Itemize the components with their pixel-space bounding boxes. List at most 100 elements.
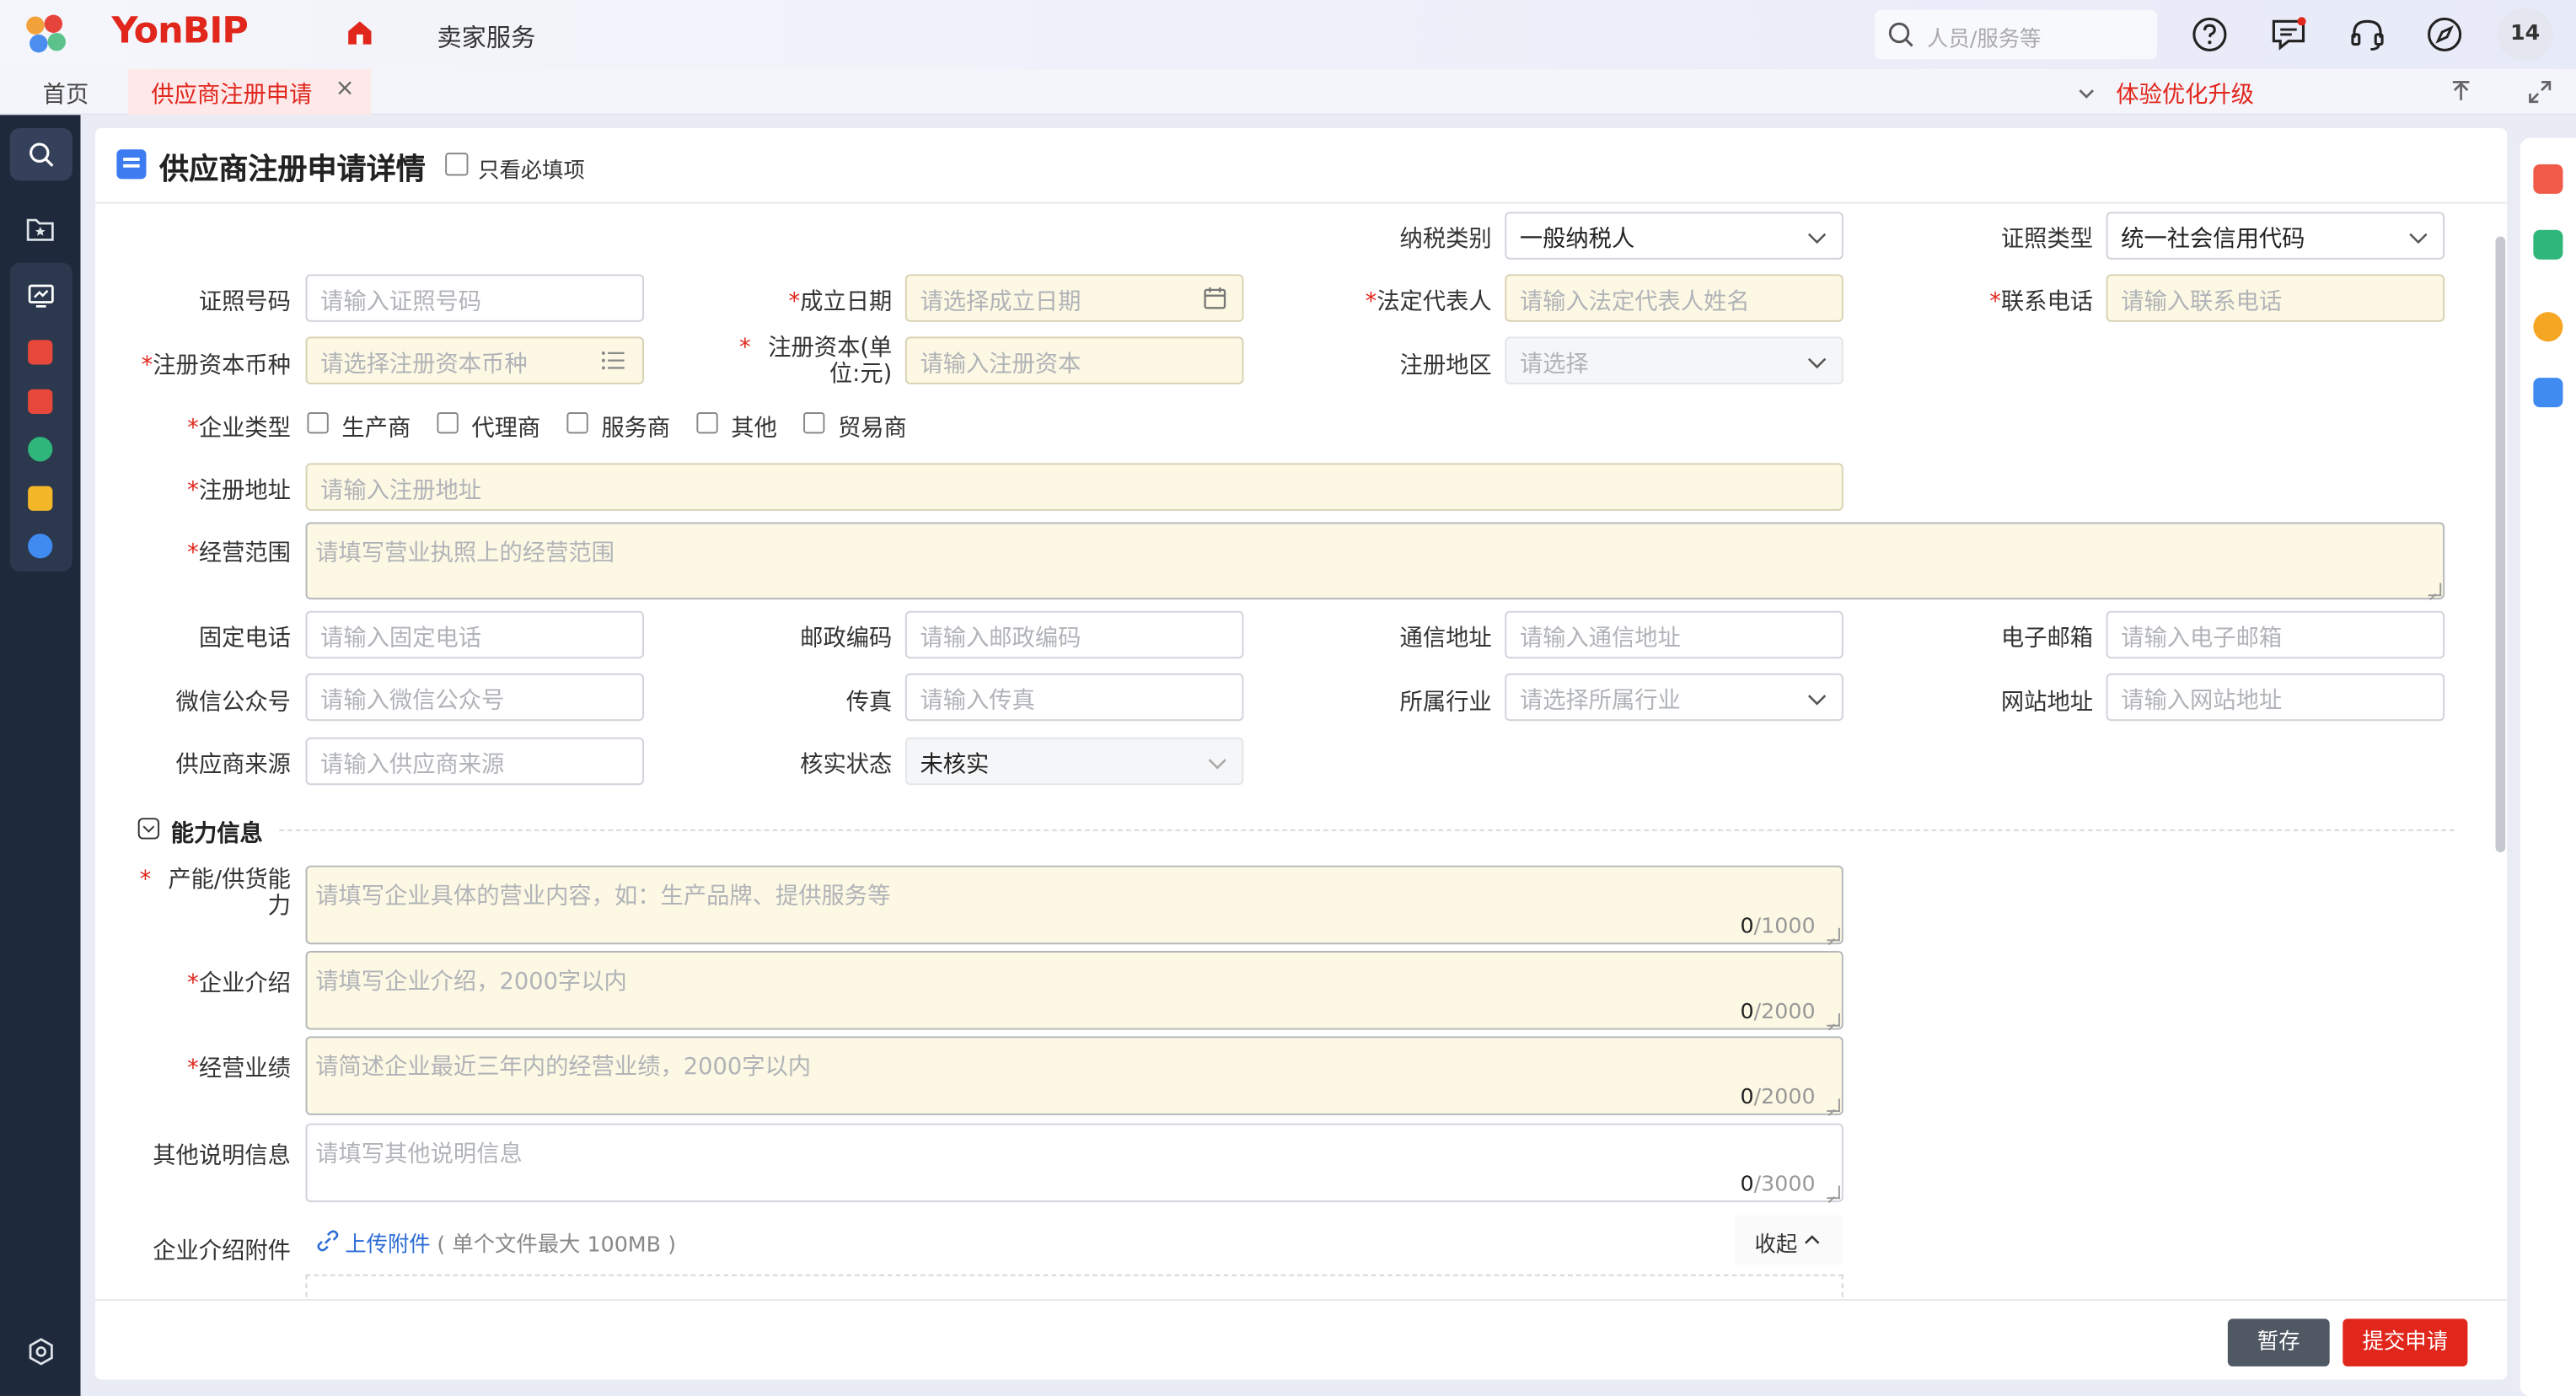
company-type-trader-checkbox[interactable]	[803, 411, 825, 434]
tab-close-icon[interactable]: ×	[335, 76, 355, 102]
company-type-manufacturer-label: 生产商	[341, 415, 411, 443]
landline-input[interactable]: 请输入固定电话	[305, 610, 645, 659]
app-presentation-red-2-icon[interactable]	[28, 389, 53, 414]
ability-section-title: 能力信息	[170, 821, 263, 848]
search-icon	[30, 142, 54, 167]
upload-icon[interactable]	[2448, 79, 2474, 105]
app-logo-icon[interactable]	[26, 14, 69, 55]
right-help-icon[interactable]	[2533, 312, 2563, 342]
collapse-section-icon[interactable]	[137, 818, 160, 840]
save-draft-button[interactable]: 暂存	[2227, 1318, 2330, 1366]
app-cloud-blue-icon[interactable]	[28, 534, 53, 559]
collapse-button[interactable]: 收起	[1735, 1215, 1843, 1265]
found-date-label: *成立日期	[788, 288, 893, 316]
company-type-agent-checkbox[interactable]	[437, 411, 459, 434]
industry-select[interactable]: 请选择所属行业	[1505, 673, 1843, 722]
chevron-down-icon	[1208, 759, 1226, 770]
website-input[interactable]: 请输入网站地址	[2106, 673, 2445, 722]
website-label: 网站地址	[2000, 690, 2094, 717]
nav-search-button[interactable]	[9, 127, 72, 181]
currency-label: *注册资本币种	[141, 352, 291, 380]
capital-input[interactable]: 请输入注册资本	[904, 336, 1244, 384]
mail-address-placeholder: 请输入通信地址	[1519, 626, 1681, 652]
resize-handle[interactable]	[2428, 583, 2442, 597]
email-input[interactable]: 请输入电子邮箱	[2106, 610, 2445, 659]
vertical-scrollbar[interactable]	[2495, 204, 2506, 1301]
cert-type-select[interactable]: 统一社会信用代码	[2106, 212, 2445, 260]
intro-textarea[interactable]: 请填写企业介绍，2000字以内 0/2000	[305, 951, 1843, 1030]
compass-icon[interactable]	[2425, 15, 2465, 55]
resize-handle[interactable]	[1827, 1185, 1840, 1200]
headset-icon[interactable]	[2348, 15, 2387, 55]
user-avatar[interactable]: 14	[2497, 8, 2553, 62]
postcode-input[interactable]: 请输入邮政编码	[904, 610, 1244, 659]
performance-textarea[interactable]: 请简述企业最近三年内的经营业绩，2000字以内 0/2000	[305, 1036, 1843, 1115]
upload-attachment-link[interactable]: 上传附件	[345, 1227, 430, 1258]
tab-supplier-registration[interactable]: 供应商注册申请 ×	[128, 68, 372, 115]
chevron-down-icon[interactable]	[2075, 82, 2098, 105]
capacity-placeholder: 请填写企业具体的营业内容，如：生产品牌、提供服务等	[315, 883, 891, 910]
app-people-green-icon[interactable]	[28, 437, 53, 462]
found-date-picker[interactable]: 请选择成立日期	[904, 274, 1244, 322]
favorites-folder-icon[interactable]	[26, 215, 54, 241]
resize-handle[interactable]	[1827, 927, 1840, 942]
mail-address-input[interactable]: 请输入通信地址	[1505, 610, 1843, 659]
scrollbar-thumb[interactable]	[2495, 236, 2506, 853]
right-app-red-icon[interactable]	[2533, 164, 2563, 194]
search-icon	[1888, 22, 1913, 47]
legal-rep-input[interactable]: 请输入法定代表人姓名	[1505, 274, 1843, 322]
card-header: 供应商注册申请详情 只看必填项	[95, 128, 2508, 204]
tab-home[interactable]: 首页	[43, 78, 89, 110]
link-icon	[317, 1230, 339, 1252]
phone-input[interactable]: 请输入联系电话	[2106, 274, 2445, 322]
experience-upgrade-link[interactable]: 体验优化升级	[2116, 78, 2254, 110]
region-select[interactable]: 请选择	[1505, 336, 1843, 384]
chevron-down-icon	[1807, 233, 1827, 244]
submit-application-button[interactable]: 提交申请	[2343, 1318, 2468, 1366]
reg-address-input[interactable]: 请输入注册地址	[305, 463, 1843, 511]
legal-rep-placeholder: 请输入法定代表人姓名	[1519, 288, 1750, 316]
company-type-manufacturer-checkbox[interactable]	[307, 411, 329, 434]
global-search-input[interactable]: 人员/服务等	[1874, 9, 2158, 60]
cert-no-input[interactable]: 请输入证照号码	[305, 274, 645, 322]
company-type-service-checkbox[interactable]	[566, 411, 588, 434]
wechat-placeholder: 请输入微信公众号	[320, 688, 505, 715]
fax-input[interactable]: 请输入传真	[904, 673, 1244, 722]
settings-icon[interactable]	[26, 1337, 56, 1366]
capacity-textarea[interactable]: 请填写企业具体的营业内容，如：生产品牌、提供服务等 0/1000	[305, 865, 1843, 945]
other-info-char-count: 0/3000	[1740, 1173, 1816, 1198]
other-info-textarea[interactable]: 请填写其他说明信息 0/3000	[305, 1123, 1843, 1203]
seller-service-link[interactable]: 卖家服务	[437, 19, 535, 54]
resize-handle[interactable]	[1827, 1013, 1840, 1027]
help-icon[interactable]	[2190, 15, 2230, 55]
home-icon[interactable]	[345, 18, 374, 47]
tax-type-select[interactable]: 一般纳税人	[1505, 212, 1843, 260]
intro-label: *企业介绍	[187, 970, 291, 997]
verify-select[interactable]: 未核实	[904, 737, 1244, 786]
right-app-green-icon[interactable]	[2533, 229, 2563, 260]
email-label: 电子邮箱	[2000, 626, 2094, 652]
app-presentation-red-icon[interactable]	[28, 340, 53, 365]
right-briefcase-icon[interactable]	[2533, 378, 2563, 408]
calendar-icon	[1204, 287, 1226, 309]
resize-handle[interactable]	[1827, 1098, 1840, 1112]
company-type-other-checkbox[interactable]	[696, 411, 718, 434]
verify-label: 核实状态	[800, 752, 893, 779]
legal-rep-label: *法定代表人	[1365, 288, 1492, 316]
source-input[interactable]: 请输入供应商来源	[305, 737, 645, 786]
email-placeholder: 请输入电子邮箱	[2121, 626, 2283, 652]
message-icon[interactable]	[2269, 15, 2309, 55]
upload-size-note: ( 单个文件最大 100MB )	[437, 1233, 677, 1259]
cert-no-placeholder: 请输入证照号码	[320, 288, 482, 316]
dashboard-icon[interactable]	[28, 282, 54, 309]
cert-no-label: 证照号码	[198, 288, 291, 316]
currency-select[interactable]: 请选择注册资本币种	[305, 336, 645, 384]
app-cart-yellow-icon[interactable]	[28, 486, 53, 511]
intro-placeholder: 请填写企业介绍，2000字以内	[315, 969, 627, 996]
wechat-input[interactable]: 请输入微信公众号	[305, 673, 645, 722]
collapse-label: 收起	[1754, 1233, 1798, 1259]
fullscreen-icon[interactable]	[2527, 79, 2553, 105]
required-only-checkbox[interactable]	[445, 153, 469, 176]
brand-name: YonBIP	[111, 11, 249, 53]
scope-textarea[interactable]: 请填写营业执照上的经营范围	[305, 522, 2445, 600]
